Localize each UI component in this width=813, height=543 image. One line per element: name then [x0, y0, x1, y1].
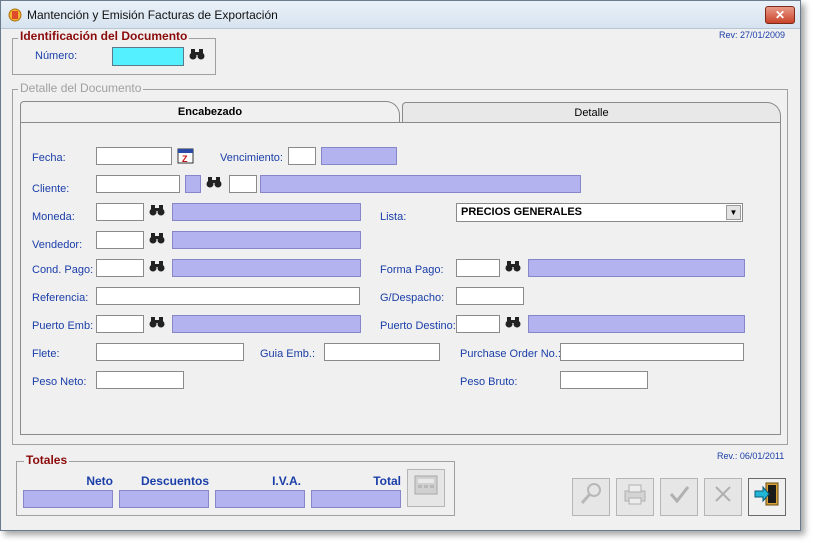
neto-header: Neto: [86, 474, 113, 488]
total-field: [311, 490, 401, 508]
puerto-destino-label: Puerto Destino:: [380, 320, 456, 332]
forma-pago-search-icon[interactable]: [504, 259, 522, 277]
cond-pago-name-field: [172, 259, 361, 277]
lista-selected-value: PRECIOS GENERALES: [461, 206, 583, 218]
forma-pago-input[interactable]: [456, 259, 500, 277]
cliente-rut-input[interactable]: [96, 175, 180, 193]
calculate-totals-button[interactable]: [407, 469, 445, 507]
identificacion-legend: Identificación del Documento: [18, 29, 190, 43]
fecha-label: Fecha:: [32, 152, 66, 164]
referencia-label: Referencia:: [32, 292, 89, 304]
vendedor-label: Vendedor:: [32, 239, 83, 251]
close-button[interactable]: ✕: [765, 6, 795, 24]
print-button[interactable]: [616, 478, 654, 516]
puerto-destino-input[interactable]: [456, 315, 500, 333]
peso-neto-label: Peso Neto:: [32, 376, 87, 388]
exit-button[interactable]: [748, 478, 786, 516]
purchase-order-input[interactable]: [560, 343, 744, 361]
cliente-sucursal-input[interactable]: [229, 175, 257, 193]
totales-legend: Totales: [24, 453, 70, 467]
fecha-input[interactable]: [96, 147, 172, 165]
lista-label: Lista:: [380, 211, 407, 223]
cond-pago-search-icon[interactable]: [148, 259, 166, 277]
iva-header: I.V.A.: [272, 474, 301, 488]
puerto-emb-label: Puerto Emb:: [32, 320, 94, 332]
chevron-down-icon[interactable]: ▼: [726, 205, 741, 220]
svg-text:Z: Z: [182, 154, 188, 164]
moneda-input[interactable]: [96, 203, 144, 221]
peso-bruto-label: Peso Bruto:: [460, 376, 518, 388]
cond-pago-input[interactable]: [96, 259, 144, 277]
numero-search-icon[interactable]: [188, 47, 206, 65]
vencimiento-days-input[interactable]: [288, 147, 316, 165]
vencimiento-date-field: [321, 147, 397, 165]
g-despacho-label: G/Despacho:: [380, 292, 445, 304]
cancel-button[interactable]: [704, 478, 742, 516]
numero-input[interactable]: [112, 47, 184, 66]
referencia-input[interactable]: [96, 287, 360, 305]
window-title: Mantención y Emisión Facturas de Exporta…: [27, 8, 278, 22]
revision-top: Rev: 27/01/2009: [719, 30, 786, 40]
vendedor-name-field: [172, 231, 361, 249]
tab-encabezado[interactable]: Encabezado: [20, 101, 400, 124]
lista-select[interactable]: PRECIOS GENERALES ▼: [456, 203, 743, 222]
printer-icon: [624, 484, 646, 505]
puerto-emb-input[interactable]: [96, 315, 144, 333]
flete-input[interactable]: [96, 343, 244, 361]
descuentos-header: Descuentos: [140, 474, 209, 488]
peso-bruto-input[interactable]: [560, 371, 648, 389]
moneda-label: Moneda:: [32, 211, 75, 223]
app-icon: [8, 8, 22, 22]
purchase-order-label: Purchase Order No.:: [460, 348, 561, 360]
calculator-icon: [414, 475, 438, 495]
cliente-dv-field: [185, 175, 201, 193]
revision-bottom: Rev.: 06/01/2011: [717, 451, 785, 461]
flete-label: Flete:: [32, 348, 60, 360]
moneda-search-icon[interactable]: [148, 203, 166, 221]
puerto-emb-name-field: [172, 315, 361, 333]
main-window: Mantención y Emisión Facturas de Exporta…: [0, 0, 801, 531]
cond-pago-label: Cond. Pago:: [32, 264, 94, 276]
accept-button[interactable]: [660, 478, 698, 516]
calendar-icon[interactable]: Z: [177, 147, 194, 164]
tab-detalle[interactable]: Detalle: [402, 102, 781, 124]
vendedor-input[interactable]: [96, 231, 144, 249]
vencimiento-label: Vencimiento:: [220, 152, 283, 164]
magnifier-icon: [580, 483, 601, 504]
forma-pago-label: Forma Pago:: [380, 264, 444, 276]
title-bar[interactable]: Mantención y Emisión Facturas de Exporta…: [1, 1, 800, 29]
detalle-legend: Detalle del Documento: [18, 81, 144, 95]
forma-pago-name-field: [528, 259, 745, 277]
puerto-destino-search-icon[interactable]: [504, 315, 522, 333]
cliente-search-icon[interactable]: [205, 175, 223, 193]
puerto-emb-search-icon[interactable]: [148, 315, 166, 333]
guia-emb-input[interactable]: [324, 343, 440, 361]
print-preview-button[interactable]: [572, 478, 610, 516]
guia-emb-label: Guia Emb.:: [260, 348, 316, 360]
puerto-destino-name-field: [528, 315, 745, 333]
cross-icon: [715, 486, 731, 502]
vendedor-search-icon[interactable]: [148, 231, 166, 249]
g-despacho-input[interactable]: [456, 287, 524, 305]
moneda-name-field: [172, 203, 361, 221]
iva-field: [215, 490, 305, 508]
numero-label: Número:: [35, 50, 78, 62]
neto-field: [23, 490, 113, 508]
cliente-name-field: [260, 175, 581, 193]
exit-door-icon: [754, 482, 779, 506]
total-header: Total: [373, 474, 401, 488]
check-icon: [669, 486, 690, 504]
cliente-label: Cliente:: [32, 183, 70, 195]
descuentos-field: [119, 490, 209, 508]
peso-neto-input[interactable]: [96, 371, 184, 389]
